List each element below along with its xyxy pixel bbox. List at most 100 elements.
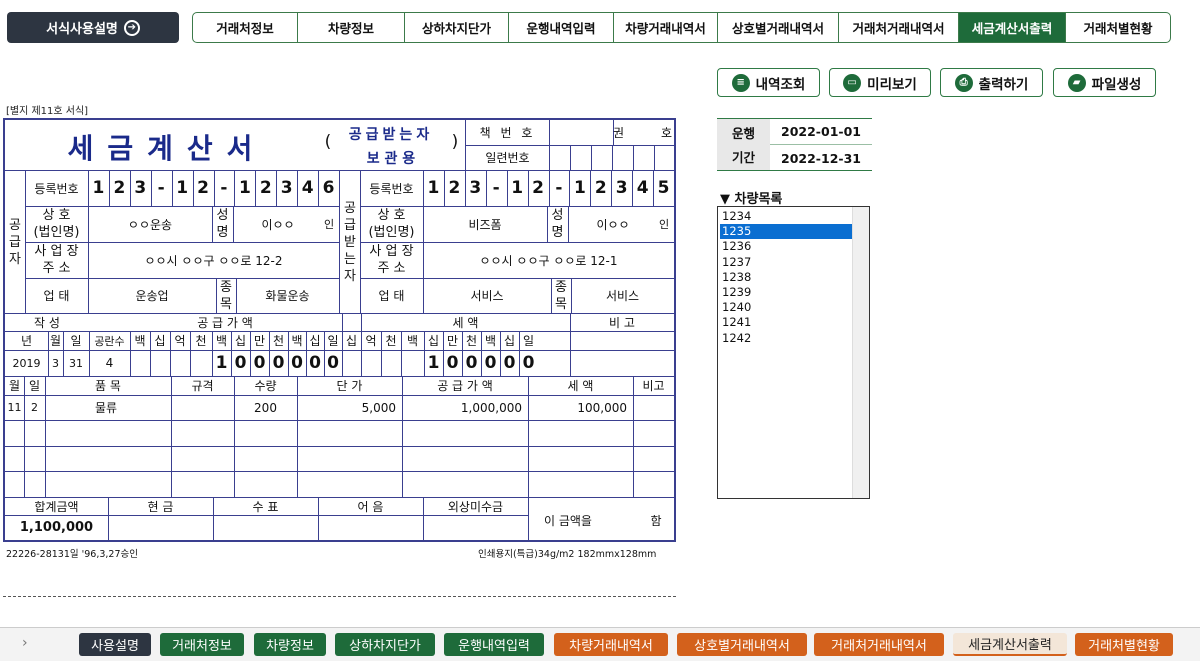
supplier-reg-digit: 1: [92, 178, 105, 198]
tax-digit: 0: [522, 353, 535, 373]
receiver-seal: 인: [658, 218, 670, 231]
receiver-biz-label: 업 태: [378, 289, 405, 303]
grid-line: [193, 170, 194, 206]
vehicle-list-item[interactable]: 1241: [720, 315, 852, 330]
action-button-4[interactable]: ▰ 파일생성: [1053, 68, 1156, 97]
grid-line: [269, 331, 270, 376]
period-label: 운행 기간: [717, 119, 770, 170]
tax-digit-head: 일: [522, 334, 535, 348]
sheet-scroll-arrow-icon[interactable]: ›: [22, 635, 28, 651]
supply-digit-head: 백: [291, 334, 303, 348]
item-head-month: 월: [8, 379, 21, 393]
grid-line: [342, 313, 343, 376]
supplier-reg-digit: 2: [113, 178, 126, 198]
sheet-tab-2[interactable]: 거래처정보: [160, 633, 244, 656]
line-spec: [171, 395, 234, 420]
supply-digit: 0: [291, 353, 303, 373]
top-tab-3[interactable]: 상하차지단가: [405, 13, 509, 42]
receiver-reg-no-label: 등록번호: [369, 181, 414, 196]
top-tab-7[interactable]: 거래처거래내역서: [839, 13, 959, 42]
grid-line: [654, 145, 655, 170]
tax-digit: [361, 350, 381, 376]
supply-digit-head: 백: [134, 334, 146, 348]
grid-line: [507, 170, 508, 206]
action-button-2[interactable]: ▭ 미리보기: [829, 68, 931, 97]
action-button-1[interactable]: ≡ 내역조회: [717, 68, 820, 97]
sheet-tab-6[interactable]: 차량거래내역서: [554, 633, 668, 656]
top-tab-8[interactable]: 세금계산서출력: [959, 13, 1066, 42]
sheet-tab-10[interactable]: 거래처별현황: [1075, 633, 1173, 656]
supply-digit-head: 백: [215, 334, 228, 348]
list-icon: ≡: [731, 73, 750, 92]
top-tab-6[interactable]: 상호별거래내역서: [718, 13, 839, 42]
item-head-item: 품 목: [95, 379, 121, 393]
top-tab-5[interactable]: 차량거래내역서: [614, 13, 718, 42]
sheet-tab-8[interactable]: 거래처거래내역서: [814, 633, 944, 656]
vehicle-list-item[interactable]: 1236: [720, 239, 852, 254]
sheet-tab-7[interactable]: 상호별거래내역서: [677, 633, 807, 656]
total-amount: 1,100,000: [19, 520, 94, 535]
grid-line: [108, 497, 109, 540]
period-start[interactable]: 2022-01-01: [770, 119, 872, 145]
cut-line: [3, 596, 676, 597]
supplier-name-label: 상 호 (법인명): [33, 208, 80, 240]
grid-line: [276, 170, 277, 206]
top-tab-4[interactable]: 운행내역입력: [509, 13, 614, 42]
supplier-seal: 인: [323, 218, 335, 231]
grid-line: [130, 331, 131, 376]
tax-digit: 0: [503, 353, 516, 373]
period-end[interactable]: 2022-12-31: [770, 145, 872, 171]
grid-line: [528, 170, 529, 206]
receiver-reg-digit: 1: [511, 178, 524, 198]
top-tab-9[interactable]: 거래처별현황: [1066, 13, 1170, 42]
tax-invoice-form: 세금계산서(공급받는자 보 관 용) 책 번 호 일련번호 권 호 공 급 자 등록번호 1 2 3-1…: [3, 118, 676, 542]
tax-label: 세 액: [452, 315, 479, 330]
monitor-icon: ▭: [843, 73, 862, 92]
item-head-supply: 공 급 가 액: [437, 379, 493, 393]
grid-line: [48, 331, 49, 376]
grid-line: [653, 170, 654, 206]
footer-total-label: 합계금액: [34, 499, 79, 514]
action-label: 미리보기: [867, 76, 917, 93]
receiver-name-label: 상 호 (법인명): [368, 208, 415, 240]
supply-digit-head: 천: [272, 334, 285, 348]
vehicle-list-item[interactable]: 1234: [720, 209, 852, 224]
vehicle-list-item[interactable]: 1242: [720, 331, 852, 346]
grid-line: [465, 170, 466, 206]
grid-line: [519, 331, 520, 376]
book-unit-2: 호: [660, 126, 672, 140]
grid-line: [297, 170, 298, 206]
vehicle-list-item[interactable]: 1235: [720, 224, 852, 240]
top-tab-1[interactable]: 거래처정보: [193, 13, 298, 42]
supplier-reg-digit: 1: [176, 178, 189, 198]
grid-line: [570, 313, 571, 376]
grid-line: [633, 145, 634, 170]
vehicle-list-item[interactable]: 1239: [720, 285, 852, 300]
supplier-address: ㅇㅇ시 ㅇㅇ구 ㅇㅇ로 12-2: [144, 253, 283, 268]
grid-line: [570, 145, 571, 170]
sheet-tab-9[interactable]: 세금계산서출력: [953, 633, 1067, 656]
sheet-tab-5[interactable]: 운행내역입력: [444, 633, 544, 656]
sheet-tab-1[interactable]: 사용설명: [79, 633, 151, 656]
vehicle-list-item[interactable]: 1240: [720, 300, 852, 315]
top-tab-2[interactable]: 차량정보: [298, 13, 405, 42]
action-button-3[interactable]: ⎙ 출력하기: [940, 68, 1043, 97]
receiver-side-label: 공급받는자: [344, 200, 356, 284]
usage-guide-button[interactable]: 서식사용설명 ➔: [7, 12, 179, 43]
tax-digit-head: 천: [385, 334, 397, 348]
supplier-reg-digit: 2: [197, 178, 209, 198]
sheet-tab-3[interactable]: 차량정보: [254, 633, 326, 656]
vehicle-listbox[interactable]: 1234 1235 1236 1237 1238 1239 1240 1241 1242: [717, 206, 870, 499]
tax-digit: [401, 350, 424, 376]
sheet-tab-4[interactable]: 상하차지단가: [335, 633, 435, 656]
supply-digit: [190, 350, 212, 376]
copy-type-2: 보 관 용: [366, 151, 416, 167]
vehicle-list-scrollbar[interactable]: [852, 207, 869, 498]
grid-line: [612, 145, 613, 170]
action-label: 출력하기: [978, 76, 1029, 93]
vehicle-list-item[interactable]: 1238: [720, 270, 852, 285]
supply-amount-label: 공 급 가 액: [197, 315, 253, 330]
grid-line: [214, 170, 215, 206]
vehicle-list-item[interactable]: 1237: [720, 255, 852, 270]
tax-digit-head: 억: [365, 334, 377, 348]
